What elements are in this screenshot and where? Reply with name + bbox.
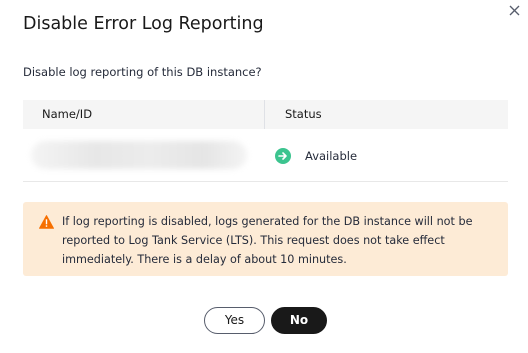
- close-icon[interactable]: [505, 2, 523, 20]
- warning-message: If log reporting is disabled, logs gener…: [62, 215, 473, 266]
- instance-table: Name/ID Status Available: [23, 100, 508, 182]
- confirmation-question: Disable log reporting of this DB instanc…: [23, 65, 262, 79]
- table-row: Available: [23, 129, 508, 182]
- yes-button[interactable]: Yes: [204, 307, 265, 334]
- warning-icon: [39, 214, 54, 229]
- available-arrow-icon: [275, 148, 291, 164]
- redacted-instance-name: [31, 141, 247, 169]
- warning-alert: If log reporting is disabled, logs gener…: [23, 202, 508, 276]
- column-divider: [264, 100, 265, 129]
- column-header-status: Status: [285, 107, 322, 121]
- dialog-title: Disable Error Log Reporting: [23, 14, 264, 34]
- table-header: Name/ID Status: [23, 100, 508, 129]
- no-button[interactable]: No: [271, 307, 327, 334]
- column-header-name-id: Name/ID: [42, 107, 93, 121]
- disable-error-log-dialog: Disable Error Log Reporting Disable log …: [0, 0, 528, 353]
- instance-status: Available: [305, 149, 358, 163]
